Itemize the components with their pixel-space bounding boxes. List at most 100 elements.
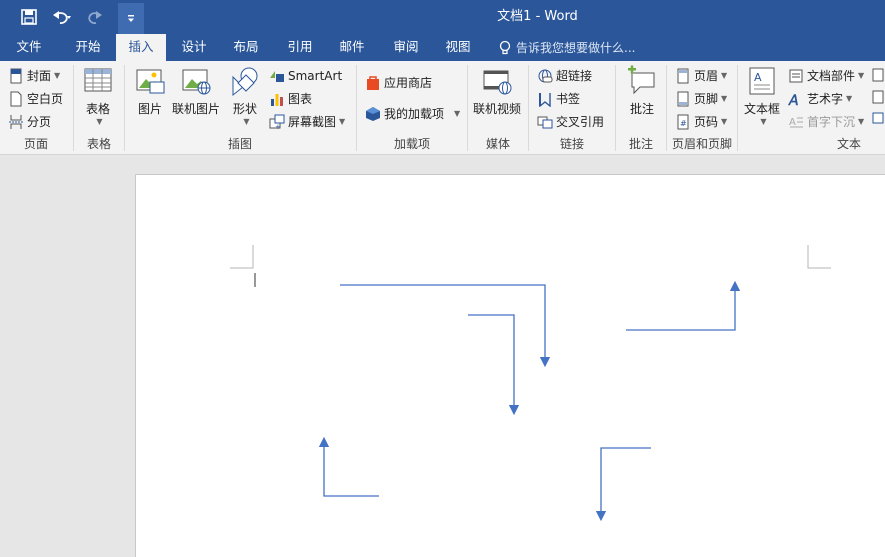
- page-margin-mark: [807, 245, 831, 269]
- cover-page-label: 封面: [27, 69, 52, 83]
- group-addins: 应用商店 我的加载项 ▼ 加载项: [357, 61, 467, 155]
- new-comment-button[interactable]: 批注: [626, 65, 658, 117]
- svg-text:+: +: [275, 123, 281, 130]
- smartart-button[interactable]: SmartArt: [269, 65, 342, 86]
- online-video-button[interactable]: 联机视频: [473, 65, 521, 117]
- dropdown-icon: ▼: [339, 117, 346, 126]
- dropdown-icon: ▼: [243, 117, 250, 126]
- blank-page-button[interactable]: 空白页: [8, 88, 63, 109]
- new-comment-label: 批注: [629, 102, 654, 116]
- store-label: 应用商店: [384, 76, 433, 90]
- cross-reference-button[interactable]: 交叉引用: [537, 111, 604, 132]
- drop-cap-label: 首字下沉: [807, 115, 856, 129]
- picture-icon: [136, 69, 165, 94]
- group-header-footer: 页眉 ▼ 页脚 ▼ # 页码 ▼ 页眉和页脚: [667, 61, 737, 155]
- group-pages: 封面 ▼ 空白页 分页 页面: [0, 61, 72, 155]
- group-tables: 表格 ▼ 表格: [74, 61, 124, 155]
- textbox-button[interactable]: A 文本框 ▼: [744, 65, 780, 126]
- footer-button[interactable]: 页脚 ▼: [675, 88, 727, 109]
- document-drawing-layer: [230, 245, 831, 522]
- elbow-arrow-connector[interactable]: [595, 447, 651, 522]
- wordart-button[interactable]: A 艺术字 ▼: [788, 88, 852, 109]
- title-bar: 文档1 - Word: [0, 0, 885, 34]
- shapes-icon: [232, 67, 258, 97]
- quick-parts-button[interactable]: 文档部件 ▼: [788, 65, 864, 86]
- group-label-comments: 批注: [628, 137, 653, 151]
- page-break-button[interactable]: 分页: [8, 111, 51, 132]
- dropdown-icon: ▼: [96, 117, 103, 126]
- my-addins-label: 我的加载项: [384, 107, 445, 121]
- page-margin-mark: [230, 245, 254, 269]
- drop-cap-button[interactable]: A 首字下沉 ▼: [788, 111, 864, 132]
- picture-label: 图片: [137, 102, 162, 116]
- tab-home[interactable]: 开始: [64, 34, 112, 61]
- textbox-label: 文本框: [744, 102, 781, 116]
- dropdown-icon: ▼: [721, 94, 728, 103]
- elbow-arrow-connector[interactable]: [626, 280, 741, 331]
- bookmark-icon: [539, 92, 551, 107]
- tab-layout[interactable]: 布局: [222, 34, 270, 61]
- quick-parts-label: 文档部件: [807, 69, 856, 83]
- group-comments: 批注 批注: [616, 61, 666, 155]
- group-label-tables: 表格: [86, 137, 111, 151]
- screenshot-label: 屏幕截图: [288, 115, 337, 129]
- more-text-tools-icon[interactable]: [871, 67, 885, 127]
- screenshot-button[interactable]: + 屏幕截图 ▼: [269, 111, 345, 132]
- document-area: [0, 156, 885, 557]
- online-picture-icon: [182, 69, 211, 95]
- smartart-label: SmartArt: [288, 68, 343, 83]
- cover-page-icon: [10, 68, 22, 83]
- page-number-button[interactable]: # 页码 ▼: [675, 111, 727, 132]
- wordart-label: 艺术字: [807, 92, 844, 106]
- group-label-media: 媒体: [485, 137, 510, 151]
- cover-page-button[interactable]: 封面 ▼: [8, 65, 60, 86]
- elbow-arrow-connector[interactable]: [318, 436, 379, 497]
- table-icon: [84, 68, 112, 92]
- tab-file[interactable]: 文件: [6, 34, 52, 61]
- online-picture-button[interactable]: 联机图片: [172, 65, 220, 117]
- footer-label: 页脚: [694, 92, 719, 106]
- screenshot-icon: +: [269, 114, 285, 130]
- store-button[interactable]: 应用商店: [365, 72, 432, 93]
- header-button[interactable]: 页眉 ▼: [675, 65, 727, 86]
- shapes-button[interactable]: 形状 ▼: [229, 65, 261, 126]
- tab-mailings[interactable]: 邮件: [328, 34, 376, 61]
- hyperlink-button[interactable]: 超链接: [537, 65, 592, 86]
- lightbulb-icon: [499, 40, 511, 54]
- bookmark-label: 书签: [556, 92, 581, 106]
- ribbon: 封面 ▼ 空白页 分页 页面 表格 ▼ 表格 图片 联机图片 形状 ▼ Smar…: [0, 61, 885, 155]
- table-label: 表格: [85, 102, 110, 116]
- svg-text:A: A: [788, 93, 799, 107]
- group-label-header-footer: 页眉和页脚: [671, 137, 732, 151]
- tab-references[interactable]: 引用: [276, 34, 324, 61]
- tab-insert[interactable]: 插入: [116, 34, 166, 61]
- quick-parts-icon: [789, 69, 803, 82]
- elbow-arrow-connector[interactable]: [468, 314, 520, 416]
- group-text: A 文本框 ▼ 文档部件 ▼ A 艺术字 ▼ A 首字下沉 ▼ 文本: [738, 61, 885, 155]
- dropdown-icon: ▼: [858, 117, 865, 126]
- dropdown-icon: ▼: [846, 94, 853, 103]
- blank-page-label: 空白页: [27, 92, 64, 106]
- tab-design[interactable]: 设计: [170, 34, 218, 61]
- table-button[interactable]: 表格 ▼: [82, 65, 114, 126]
- picture-button[interactable]: 图片: [134, 65, 166, 117]
- dropdown-icon: ▼: [721, 71, 728, 80]
- my-addins-button[interactable]: 我的加载项 ▼: [365, 103, 460, 124]
- chart-label: 图表: [288, 92, 313, 106]
- page-number-label: 页码: [694, 115, 719, 129]
- tab-view[interactable]: 视图: [434, 34, 482, 61]
- bookmark-button[interactable]: 书签: [537, 88, 580, 109]
- chart-button[interactable]: 图表: [269, 88, 312, 109]
- group-media: 联机视频 媒体: [468, 61, 528, 155]
- group-label-text: 文本: [836, 137, 861, 151]
- dropdown-icon: ▼: [721, 117, 728, 126]
- comment-icon: [628, 65, 655, 95]
- page-break-label: 分页: [27, 115, 52, 129]
- ribbon-tabs: 文件 开始 插入 设计 布局 引用 邮件 审阅 视图 告诉我您想要做什么...: [0, 34, 885, 61]
- online-video-label: 联机视频: [473, 102, 522, 116]
- svg-text:#: #: [680, 119, 687, 128]
- tell-me-box[interactable]: 告诉我您想要做什么...: [498, 34, 698, 61]
- wordart-icon: A: [788, 92, 799, 107]
- page-number-icon: #: [677, 114, 689, 129]
- tab-review[interactable]: 审阅: [382, 34, 430, 61]
